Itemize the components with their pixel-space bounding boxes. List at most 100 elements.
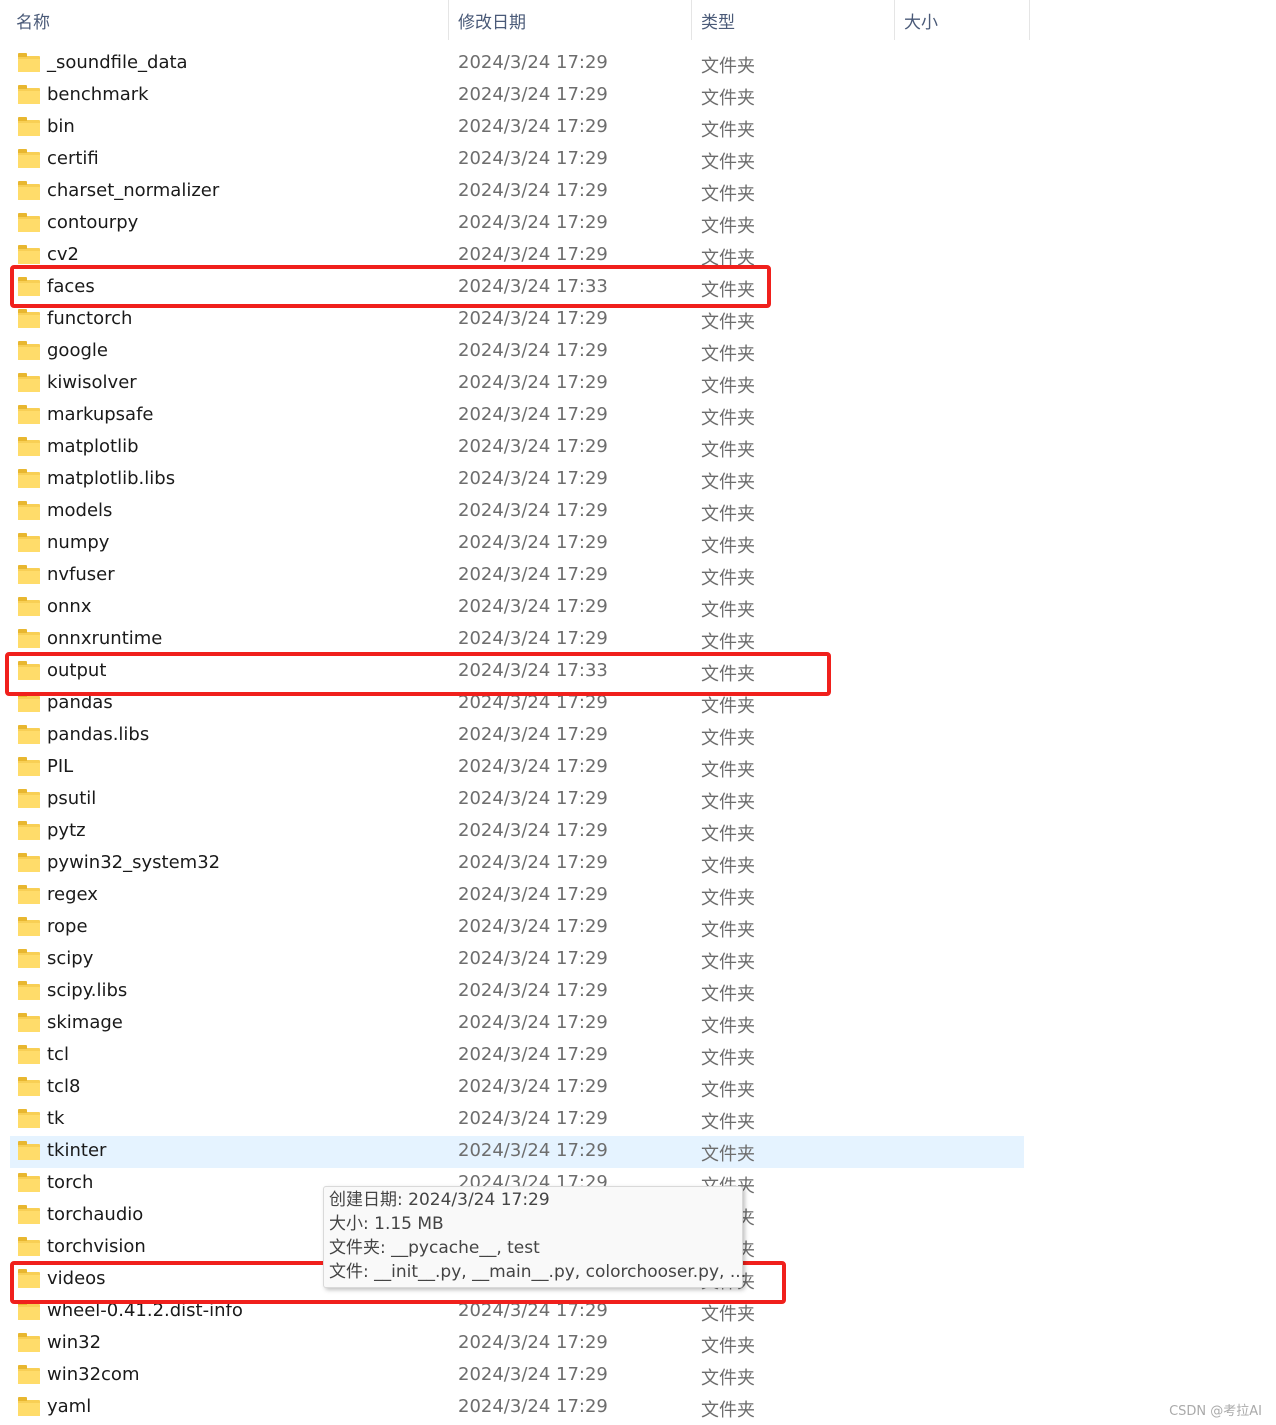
item-type: 文件夹	[701, 920, 755, 941]
item-type: 文件夹	[701, 1336, 755, 1357]
folder-icon	[18, 885, 40, 904]
folder-row[interactable]: bin 2024/3/24 17:29 文件夹	[10, 112, 1024, 144]
item-type: 文件夹	[701, 472, 755, 493]
folder-row[interactable]: _soundfile_data 2024/3/24 17:29 文件夹	[10, 48, 1024, 80]
folder-row[interactable]: markupsafe 2024/3/24 17:29 文件夹	[10, 400, 1024, 432]
item-type: 文件夹	[701, 1112, 755, 1133]
folder-icon	[18, 693, 40, 712]
folder-row[interactable]: pytz 2024/3/24 17:29 文件夹	[10, 816, 1024, 848]
modified-date: 2024/3/24 17:29	[458, 52, 608, 73]
folder-name: certifi	[47, 148, 99, 169]
folder-icon	[18, 1301, 40, 1320]
folder-row[interactable]: kiwisolver 2024/3/24 17:29 文件夹	[10, 368, 1024, 400]
folder-row[interactable]: win32com 2024/3/24 17:29 文件夹	[10, 1360, 1024, 1392]
folder-row[interactable]: benchmark 2024/3/24 17:29 文件夹	[10, 80, 1024, 112]
folder-row[interactable]: matplotlib.libs 2024/3/24 17:29 文件夹	[10, 464, 1024, 496]
folder-row[interactable]: nvfuser 2024/3/24 17:29 文件夹	[10, 560, 1024, 592]
column-type[interactable]: 类型	[701, 8, 735, 33]
folder-name: contourpy	[47, 212, 139, 233]
item-type: 文件夹	[701, 408, 755, 429]
folder-row[interactable]: functorch 2024/3/24 17:29 文件夹	[10, 304, 1024, 336]
folder-row[interactable]: pandas.libs 2024/3/24 17:29 文件夹	[10, 720, 1024, 752]
folder-row[interactable]: regex 2024/3/24 17:29 文件夹	[10, 880, 1024, 912]
folder-name: regex	[47, 884, 98, 905]
modified-date: 2024/3/24 17:29	[458, 500, 608, 521]
item-type: 文件夹	[701, 1080, 755, 1101]
folder-row[interactable]: scipy 2024/3/24 17:29 文件夹	[10, 944, 1024, 976]
modified-date: 2024/3/24 17:29	[458, 756, 608, 777]
folder-name: torchvision	[47, 1236, 146, 1257]
folder-icon	[18, 949, 40, 968]
item-type: 文件夹	[701, 1368, 755, 1389]
modified-date: 2024/3/24 17:29	[458, 1332, 608, 1353]
tooltip-created: 创建日期: 2024/3/24 17:29	[329, 1190, 550, 1210]
modified-date: 2024/3/24 17:29	[458, 148, 608, 169]
folder-name: PIL	[47, 756, 74, 777]
modified-date: 2024/3/24 17:29	[458, 724, 608, 745]
folder-icon	[18, 245, 40, 264]
tooltip-size: 大小: 1.15 MB	[329, 1214, 444, 1234]
item-type: 文件夹	[701, 88, 755, 109]
folder-name: torchaudio	[47, 1204, 144, 1225]
modified-date: 2024/3/24 17:29	[458, 212, 608, 233]
column-name[interactable]: 名称	[16, 8, 50, 33]
folder-row[interactable]: PIL 2024/3/24 17:29 文件夹	[10, 752, 1024, 784]
folder-row[interactable]: onnx 2024/3/24 17:29 文件夹	[10, 592, 1024, 624]
folder-name: tcl	[47, 1044, 69, 1065]
folder-row[interactable]: yaml 2024/3/24 17:29 文件夹	[10, 1392, 1024, 1424]
folder-name: numpy	[47, 532, 110, 553]
folder-name: tcl8	[47, 1076, 81, 1097]
folder-name: google	[47, 340, 108, 361]
item-type: 文件夹	[701, 1400, 755, 1421]
folder-row[interactable]: tcl 2024/3/24 17:29 文件夹	[10, 1040, 1024, 1072]
modified-date: 2024/3/24 17:29	[458, 404, 608, 425]
folder-row[interactable]: pywin32_system32 2024/3/24 17:29 文件夹	[10, 848, 1024, 880]
folder-row[interactable]: google 2024/3/24 17:29 文件夹	[10, 336, 1024, 368]
modified-date: 2024/3/24 17:29	[458, 852, 608, 873]
folder-name: scipy.libs	[47, 980, 128, 1001]
folder-name: torch	[47, 1172, 94, 1193]
column-divider[interactable]	[894, 0, 895, 40]
folder-row[interactable]: rope 2024/3/24 17:29 文件夹	[10, 912, 1024, 944]
folder-row[interactable]: matplotlib 2024/3/24 17:29 文件夹	[10, 432, 1024, 464]
column-divider[interactable]	[691, 0, 692, 40]
column-divider[interactable]	[448, 0, 449, 40]
folder-icon	[18, 85, 40, 104]
folder-row[interactable]: tkinter 2024/3/24 17:29 文件夹	[10, 1136, 1024, 1168]
folder-row[interactable]: psutil 2024/3/24 17:29 文件夹	[10, 784, 1024, 816]
modified-date: 2024/3/24 17:29	[458, 372, 608, 393]
folder-row[interactable]: scipy.libs 2024/3/24 17:29 文件夹	[10, 976, 1024, 1008]
folder-name: pytz	[47, 820, 86, 841]
item-type: 文件夹	[701, 952, 755, 973]
item-type: 文件夹	[701, 856, 755, 877]
item-type: 文件夹	[701, 536, 755, 557]
item-type: 文件夹	[701, 568, 755, 589]
folder-row[interactable]: win32 2024/3/24 17:29 文件夹	[10, 1328, 1024, 1360]
item-type: 文件夹	[701, 824, 755, 845]
folder-row[interactable]: contourpy 2024/3/24 17:29 文件夹	[10, 208, 1024, 240]
folder-name: tkinter	[47, 1140, 107, 1161]
folder-row[interactable]: models 2024/3/24 17:29 文件夹	[10, 496, 1024, 528]
folder-name: pandas.libs	[47, 724, 150, 745]
folder-row[interactable]: tcl8 2024/3/24 17:29 文件夹	[10, 1072, 1024, 1104]
folder-name: cv2	[47, 244, 80, 265]
item-type: 文件夹	[701, 504, 755, 525]
item-type: 文件夹	[701, 632, 755, 653]
folder-row[interactable]: charset_normalizer 2024/3/24 17:29 文件夹	[10, 176, 1024, 208]
folder-name: models	[47, 500, 113, 521]
folder-icon	[18, 309, 40, 328]
modified-date: 2024/3/24 17:29	[458, 244, 608, 265]
folder-row[interactable]: certifi 2024/3/24 17:29 文件夹	[10, 144, 1024, 176]
modified-date: 2024/3/24 17:29	[458, 916, 608, 937]
column-size[interactable]: 大小	[904, 8, 938, 33]
folder-row[interactable]: tk 2024/3/24 17:29 文件夹	[10, 1104, 1024, 1136]
folder-row[interactable]: numpy 2024/3/24 17:29 文件夹	[10, 528, 1024, 560]
folder-name: pywin32_system32	[47, 852, 221, 873]
item-type: 文件夹	[701, 888, 755, 909]
column-date[interactable]: 修改日期	[458, 8, 526, 33]
item-type: 文件夹	[701, 184, 755, 205]
folder-icon	[18, 1141, 40, 1160]
column-divider[interactable]	[1029, 0, 1030, 40]
folder-icon	[18, 1397, 40, 1416]
folder-row[interactable]: skimage 2024/3/24 17:29 文件夹	[10, 1008, 1024, 1040]
